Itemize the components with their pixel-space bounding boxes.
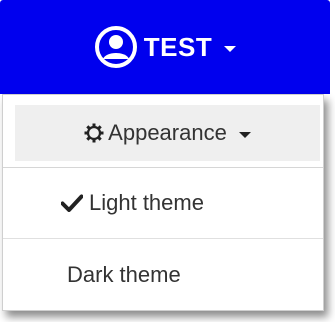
theme-submenu: Light theme Dark theme: [3, 167, 323, 311]
user-circle-icon: [94, 26, 137, 68]
light-theme-option[interactable]: Light theme: [3, 168, 323, 238]
caret-down-icon: [238, 131, 251, 138]
user-dropdown-menu: Appearance Light theme Dark theme: [2, 94, 324, 311]
menu-divider: [3, 238, 323, 239]
appearance-label: Appearance: [108, 120, 227, 145]
user-menu-button[interactable]: TEST: [0, 0, 330, 94]
check-icon: [61, 194, 83, 212]
light-theme-label: Light theme: [89, 190, 204, 215]
caret-down-icon: [224, 46, 237, 52]
gear-icon: [84, 123, 104, 143]
dark-theme-option[interactable]: Dark theme: [3, 240, 323, 310]
appearance-submenu-toggle[interactable]: Appearance: [15, 105, 320, 161]
dark-theme-label: Dark theme: [67, 262, 181, 287]
user-name: TEST: [143, 31, 213, 62]
